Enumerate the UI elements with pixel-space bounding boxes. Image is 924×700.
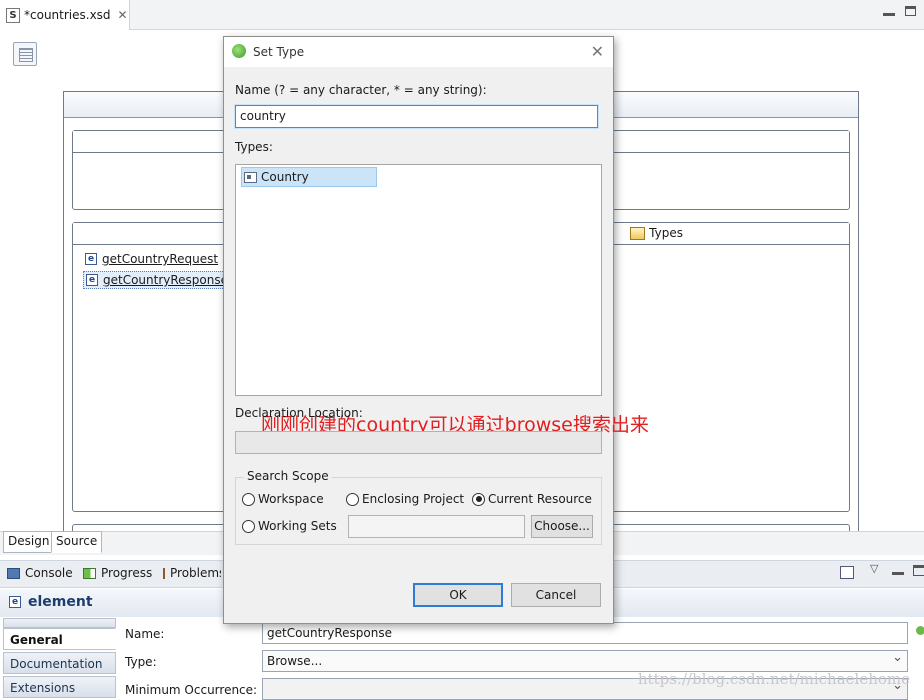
name-filter-label: Name (? = any character, * = any string)…: [235, 83, 487, 97]
maximize-icon[interactable]: [905, 6, 916, 16]
radio-enclosing-project[interactable]: Enclosing Project: [346, 492, 464, 506]
name-label: Name:: [125, 627, 165, 641]
search-scope-group: Search Scope Workspace Enclosing Project…: [235, 469, 602, 545]
types-title-label: Types: [649, 226, 683, 240]
ok-button[interactable]: OK: [413, 583, 503, 607]
set-type-dialog: Set Type ✕ Name (? = any character, * = …: [223, 36, 649, 624]
name-field[interactable]: getCountryResponse: [262, 622, 908, 644]
element-icon: e: [85, 253, 97, 265]
type-combo[interactable]: Browse...: [262, 650, 908, 672]
editor-tab-countries[interactable]: S *countries.xsd ✕: [0, 0, 130, 30]
tab-problems[interactable]: Problems: [163, 566, 221, 580]
tab-console[interactable]: Console: [7, 566, 73, 580]
problems-icon: [163, 567, 165, 579]
close-icon[interactable]: ✕: [118, 8, 128, 22]
name-filter-input[interactable]: country: [234, 104, 599, 129]
console-icon: [7, 567, 20, 579]
declaration-location-label: Declaration Location:: [235, 406, 363, 420]
radio-indicator: [346, 492, 359, 506]
list-item[interactable]: Country: [241, 167, 377, 187]
types-icon: [630, 226, 646, 240]
type-label: Type:: [125, 655, 157, 669]
radio-current-resource[interactable]: Current Resource: [472, 492, 592, 506]
editor-tab-label: *countries.xsd: [24, 8, 111, 22]
complex-type-icon: [244, 171, 257, 183]
types-list: Country 刚刚创建的country可以通过browse搜索出来: [235, 164, 649, 436]
side-tab-documentation[interactable]: Documentation: [3, 652, 116, 674]
tab-problems-label: Problems: [170, 566, 221, 580]
radio-label: Current Resource: [488, 492, 592, 506]
view-menu-icon[interactable]: ▽: [870, 562, 878, 575]
radio-working-sets[interactable]: Working Sets: [242, 519, 337, 533]
close-icon[interactable]: ✕: [591, 42, 604, 61]
editor-view-controls: [883, 6, 916, 16]
radio-indicator: [242, 492, 255, 506]
radio-label: Enclosing Project: [362, 492, 465, 506]
radio-indicator: [472, 492, 485, 506]
maximize-icon[interactable]: [913, 565, 924, 576]
content-assist-icon: [916, 626, 924, 635]
tab-console-label: Console: [25, 566, 73, 580]
side-tab-top-edge: [3, 618, 116, 628]
min-occurrence-label: Minimum Occurrence:: [125, 683, 258, 697]
open-new-view-icon[interactable]: [840, 566, 854, 579]
spring-leaf-icon: [232, 44, 246, 58]
working-sets-field[interactable]: [348, 515, 525, 538]
properties-title: element: [28, 594, 93, 610]
tab-source[interactable]: Source: [51, 531, 103, 553]
element-name: getCountryRequest: [102, 252, 219, 266]
tab-progress[interactable]: Progress: [83, 566, 152, 580]
element-item-request[interactable]: e getCountryRequest :: [85, 252, 227, 266]
side-tab-extensions[interactable]: Extensions: [3, 676, 116, 698]
element-item-response[interactable]: e getCountryResponse: [83, 271, 232, 289]
element-icon: e: [9, 596, 21, 608]
radio-indicator: [242, 519, 255, 533]
show-outline-icon[interactable]: [13, 42, 37, 66]
declaration-location-field: [235, 431, 602, 454]
editor-tab-strip: [0, 0, 924, 30]
xsd-file-icon: S: [6, 7, 20, 23]
choose-button[interactable]: Choose...: [531, 515, 593, 538]
dialog-title: Set Type: [253, 45, 305, 59]
dialog-title-bar: Set Type ✕: [224, 37, 613, 67]
minimize-icon[interactable]: [883, 6, 895, 16]
element-icon: e: [86, 274, 98, 286]
cancel-button[interactable]: Cancel: [511, 583, 601, 607]
progress-icon: [83, 567, 96, 579]
radio-label: Working Sets: [258, 519, 337, 533]
tab-design[interactable]: Design: [3, 531, 55, 553]
radio-label: Workspace: [258, 492, 324, 506]
tab-progress-label: Progress: [101, 566, 153, 580]
side-tab-general[interactable]: General: [3, 628, 116, 650]
types-label: Types:: [235, 140, 273, 154]
radio-workspace[interactable]: Workspace: [242, 492, 324, 506]
watermark: https://blog.csdn.net/michaelehome: [637, 670, 910, 688]
types-title: Types: [630, 226, 683, 240]
list-item-label: Country: [261, 170, 309, 184]
search-scope-legend: Search Scope: [244, 469, 332, 483]
element-name: getCountryResponse: [103, 273, 229, 287]
minimize-icon[interactable]: [892, 572, 904, 575]
